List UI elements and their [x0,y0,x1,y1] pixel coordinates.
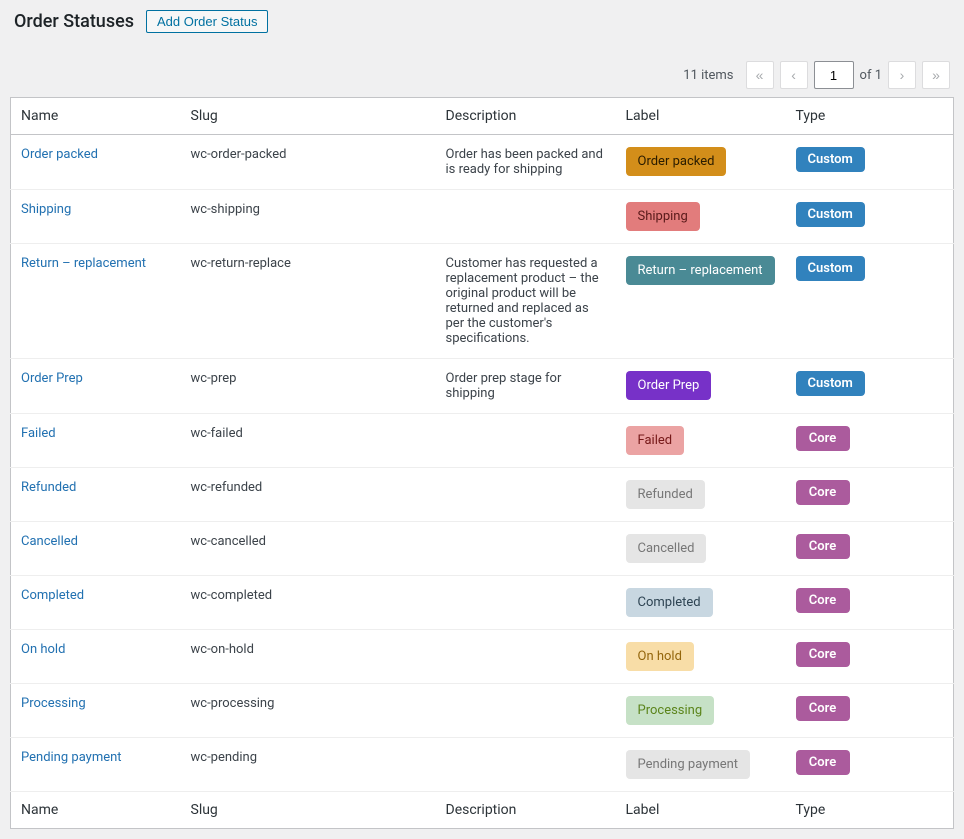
status-slug: wc-refunded [181,468,436,522]
table-row: Processing wc-processing Processing Core [11,684,954,738]
status-label-badge: Order Prep [626,371,712,400]
status-label-badge: Order packed [626,147,727,176]
col-header-label[interactable]: Label [616,98,786,135]
page-title: Order Statuses [14,11,134,32]
status-description: Order has been packed and is ready for s… [436,135,616,190]
col-header-slug[interactable]: Slug [181,98,436,135]
table-row: Refunded wc-refunded Refunded Core [11,468,954,522]
status-label-badge: Pending payment [626,750,751,779]
status-type-badge: Core [796,480,850,505]
add-order-status-button[interactable]: Add Order Status [146,10,268,33]
status-slug: wc-processing [181,684,436,738]
page-prev-button[interactable]: ‹ [780,61,808,89]
status-name-link[interactable]: Order Prep [21,371,83,386]
status-name-link[interactable]: Cancelled [21,534,78,549]
status-slug: wc-return-replace [181,244,436,359]
status-type-badge: Custom [796,371,865,396]
status-slug: wc-failed [181,414,436,468]
pagination-bar: 11 items « ‹ of 1 › » [10,53,954,97]
status-name-link[interactable]: Order packed [21,147,98,162]
col-header-type[interactable]: Type [786,98,954,135]
table-row: Cancelled wc-cancelled Cancelled Core [11,522,954,576]
table-row: Order packed wc-order-packedOrder has bee… [11,135,954,190]
items-count: 11 items [683,68,733,83]
status-label-badge: Failed [626,426,685,455]
status-table: Name Slug Description Label Type Order p… [10,97,954,829]
status-description [436,468,616,522]
status-description [436,414,616,468]
status-description [436,684,616,738]
status-description: Order prep stage for shipping [436,359,616,414]
col-footer-label: Label [616,792,786,829]
page-last-button[interactable]: » [922,61,950,89]
status-description [436,576,616,630]
status-name-link[interactable]: Processing [21,696,86,711]
table-row: Failed wc-failed Failed Core [11,414,954,468]
status-type-badge: Core [796,426,850,451]
status-label-badge: Cancelled [626,534,707,563]
table-row: Shipping wc-shipping Shipping Custom [11,190,954,244]
status-name-link[interactable]: Completed [21,588,84,603]
status-label-badge: Completed [626,588,713,617]
status-slug: wc-completed [181,576,436,630]
col-footer-type: Type [786,792,954,829]
status-description [436,522,616,576]
status-label-badge: On hold [626,642,694,671]
status-name-link[interactable]: Failed [21,426,56,441]
status-name-link[interactable]: Refunded [21,480,76,495]
status-slug: wc-pending [181,738,436,792]
status-type-badge: Custom [796,256,865,281]
status-label-badge: Shipping [626,202,700,231]
status-type-badge: Core [796,534,850,559]
status-slug: wc-order-packed [181,135,436,190]
status-type-badge: Core [796,588,850,613]
status-name-link[interactable]: Return – replacement [21,256,146,271]
page-of-text: of 1 [860,68,882,83]
table-row: Completed wc-completed Completed Core [11,576,954,630]
status-label-badge: Refunded [626,480,705,509]
status-slug: wc-on-hold [181,630,436,684]
col-footer-slug: Slug [181,792,436,829]
status-description [436,738,616,792]
status-label-badge: Processing [626,696,715,725]
status-slug: wc-cancelled [181,522,436,576]
status-type-badge: Custom [796,202,865,227]
page-next-button[interactable]: › [888,61,916,89]
status-type-badge: Core [796,696,850,721]
table-row: Return – replacementwc-return-replaceCus… [11,244,954,359]
col-header-description[interactable]: Description [436,98,616,135]
col-footer-name: Name [11,792,181,829]
status-slug: wc-shipping [181,190,436,244]
status-description: Customer has requested a replacement pro… [436,244,616,359]
status-description [436,630,616,684]
status-description [436,190,616,244]
status-name-link[interactable]: Pending payment [21,750,122,765]
col-header-name[interactable]: Name [11,98,181,135]
status-name-link[interactable]: On hold [21,642,65,657]
status-name-link[interactable]: Shipping [21,202,71,217]
col-footer-description: Description [436,792,616,829]
status-type-badge: Core [796,750,850,775]
page-first-button[interactable]: « [746,61,774,89]
table-row: Pending payment wc-pending Pending payment… [11,738,954,792]
table-row: On hold wc-on-hold On hold Core [11,630,954,684]
page-input[interactable] [814,61,854,89]
status-slug: wc-prep [181,359,436,414]
status-type-badge: Custom [796,147,865,172]
status-type-badge: Core [796,642,850,667]
table-row: Order Prep wc-prepOrder prep stage for sh… [11,359,954,414]
status-label-badge: Return – replacement [626,256,775,285]
